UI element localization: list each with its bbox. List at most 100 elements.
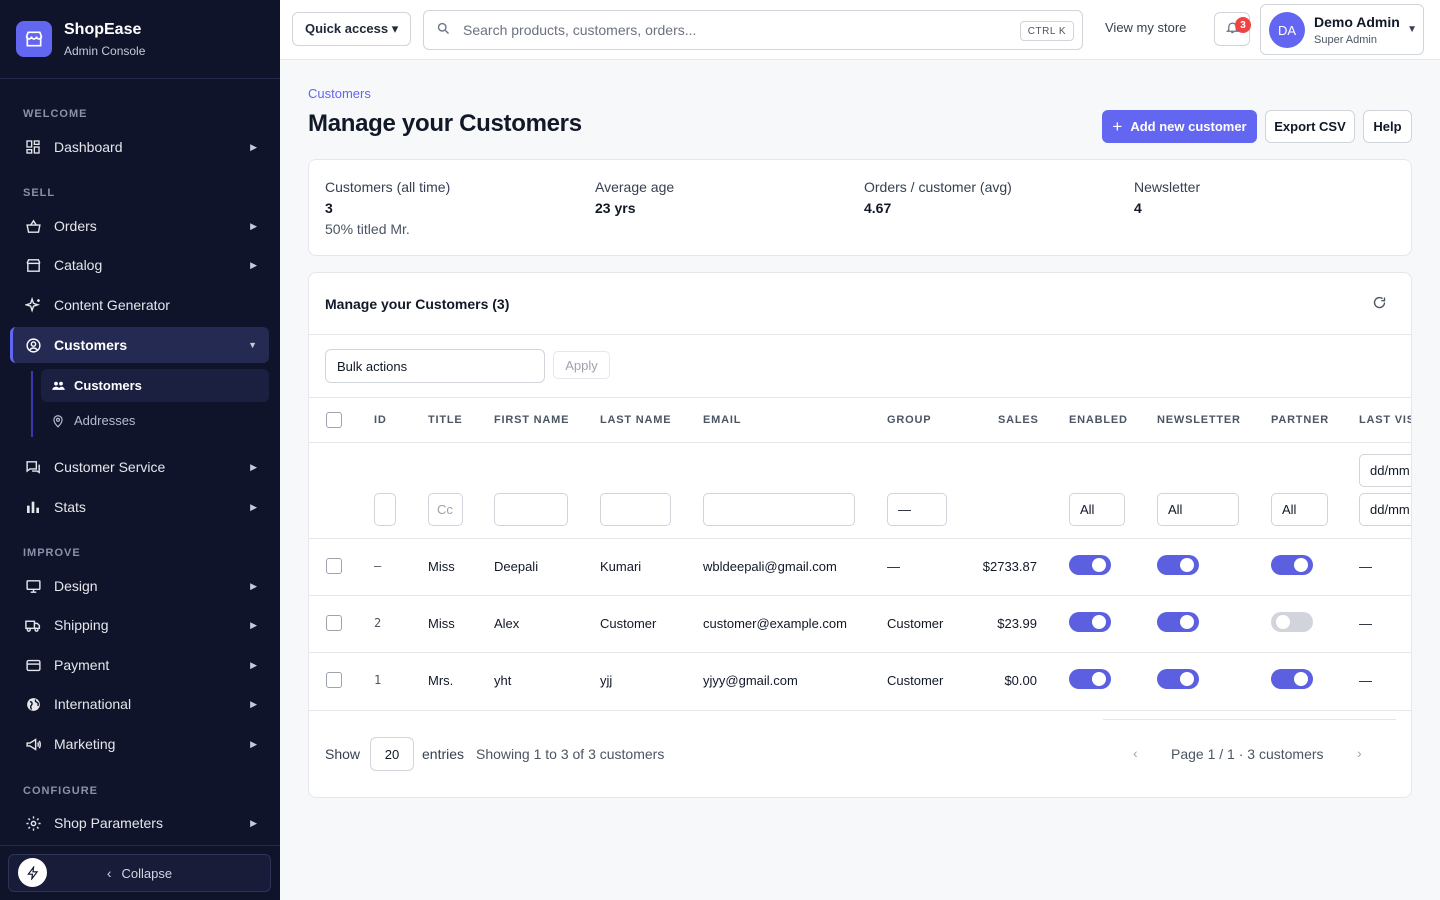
cell-last-visit: — xyxy=(1359,559,1372,574)
enabled-toggle[interactable] xyxy=(1069,669,1111,689)
sidebar-item-label: Customer Service xyxy=(54,459,166,475)
caret-down-icon: ▼ xyxy=(248,340,257,350)
breadcrumb[interactable]: Customers xyxy=(308,86,371,101)
refresh-icon[interactable] xyxy=(1372,295,1387,313)
divider xyxy=(309,595,1411,596)
brand[interactable]: ShopEase Admin Console xyxy=(0,0,280,79)
email-filter[interactable] xyxy=(703,493,855,526)
chat-icon xyxy=(24,458,42,476)
row-checkbox[interactable] xyxy=(326,615,342,631)
row-checkbox[interactable] xyxy=(326,558,342,574)
section-improve: IMPROVE xyxy=(23,547,81,559)
section-configure: CONFIGURE xyxy=(23,785,98,797)
sidebar-item-customer-service[interactable]: Customer Service ▶ xyxy=(10,449,269,485)
column-header-newsletter[interactable]: NEWSLETTER xyxy=(1157,414,1241,426)
showing-summary: Showing 1 to 3 of 3 customers xyxy=(476,746,665,762)
first-name-filter[interactable] xyxy=(494,493,568,526)
last-name-filter[interactable] xyxy=(600,493,671,526)
sidebar-item-international[interactable]: International ▶ xyxy=(10,686,269,722)
dashboard-icon xyxy=(24,138,42,156)
sidebar-item-dashboard[interactable]: Dashboard ▶ xyxy=(10,129,269,165)
column-header-title[interactable]: TITLE xyxy=(428,414,463,426)
partner-filter[interactable]: All xyxy=(1271,493,1328,526)
help-button[interactable]: Help xyxy=(1363,110,1412,143)
enabled-filter[interactable]: All xyxy=(1069,493,1125,526)
column-header-first-name[interactable]: FIRST NAME xyxy=(494,414,569,426)
sidebar-item-stats[interactable]: Stats ▶ xyxy=(10,489,269,525)
row-checkbox[interactable] xyxy=(326,672,342,688)
quick-access-dropdown[interactable]: Quick access ▾ xyxy=(292,12,412,46)
stat-customers: Customers (all time) 3 50% titled Mr. xyxy=(325,179,450,237)
chevron-left-icon: ‹ xyxy=(106,865,112,881)
cell-id: 1 xyxy=(374,673,382,687)
submenu-indicator xyxy=(31,371,33,437)
export-csv-button[interactable]: Export CSV xyxy=(1265,110,1355,143)
brand-name: ShopEase xyxy=(64,20,142,38)
column-header-id[interactable]: ID xyxy=(374,414,387,426)
column-header-group[interactable]: GROUP xyxy=(887,414,931,426)
last-visit-to-filter[interactable]: dd/mm xyxy=(1359,493,1411,526)
view-store-link[interactable]: View my store xyxy=(1105,20,1186,35)
column-header-last-name[interactable]: LAST NAME xyxy=(600,414,671,426)
cell-last-name: yjj xyxy=(600,673,613,688)
bulk-actions-select[interactable]: Bulk actions xyxy=(325,349,545,383)
collapse-button[interactable]: ‹ Collapse xyxy=(8,854,271,892)
last-visit-from-filter[interactable]: dd/mm xyxy=(1359,454,1411,487)
sidebar-item-shop-parameters[interactable]: Shop Parameters ▶ xyxy=(10,805,269,841)
stat-label: Orders / customer (avg) xyxy=(864,179,1012,195)
caret-right-icon: ▶ xyxy=(250,817,257,828)
partner-toggle[interactable] xyxy=(1271,555,1313,575)
sidebar-item-content-generator[interactable]: Content Generator xyxy=(10,287,269,323)
sidebar-subitem-addresses[interactable]: Addresses xyxy=(41,404,269,437)
bolt-icon[interactable] xyxy=(18,858,47,887)
id-filter[interactable] xyxy=(374,493,396,526)
caret-right-icon: ▶ xyxy=(250,259,257,270)
column-header-enabled[interactable]: ENABLED xyxy=(1069,414,1128,426)
stat-label: Customers (all time) xyxy=(325,179,451,195)
truck-icon xyxy=(24,616,42,634)
sidebar-item-orders[interactable]: Orders ▶ xyxy=(10,208,269,244)
newsletter-filter[interactable]: All xyxy=(1157,493,1239,526)
enabled-toggle[interactable] xyxy=(1069,612,1111,632)
column-header-sales[interactable]: SALES xyxy=(998,414,1039,426)
search-icon xyxy=(436,21,451,39)
sidebar-subitem-customers[interactable]: Customers xyxy=(41,369,269,402)
newsletter-toggle[interactable] xyxy=(1157,555,1199,575)
newsletter-toggle[interactable] xyxy=(1157,612,1199,632)
search-shortcut: CTRL K xyxy=(1019,21,1074,41)
sidebar-item-catalog[interactable]: Catalog ▶ xyxy=(10,247,269,283)
add-customer-button[interactable]: + Add new customer xyxy=(1102,110,1257,143)
sidebar-item-label: Payment xyxy=(54,657,110,673)
select-all-checkbox[interactable] xyxy=(326,412,342,428)
cell-first-name: yht xyxy=(494,673,512,688)
sidebar-item-shipping[interactable]: Shipping ▶ xyxy=(10,607,269,643)
user-menu[interactable]: DA Demo Admin Super Admin ▼ xyxy=(1260,4,1424,55)
chevron-right-icon[interactable]: › xyxy=(1357,745,1362,761)
column-header-last-visit[interactable]: LAST VIS xyxy=(1359,414,1411,426)
caret-right-icon: ▶ xyxy=(250,220,257,231)
sidebar-item-payment[interactable]: Payment ▶ xyxy=(10,647,269,683)
apply-button[interactable]: Apply xyxy=(553,351,610,379)
group-filter[interactable]: — xyxy=(887,493,947,526)
sidebar-item-customers[interactable]: Customers ▼ xyxy=(10,327,269,363)
newsletter-toggle[interactable] xyxy=(1157,669,1199,689)
sidebar-item-marketing[interactable]: Marketing ▶ xyxy=(10,726,269,762)
sidebar-item-design[interactable]: Design ▶ xyxy=(10,568,269,604)
title-filter[interactable]: Cc xyxy=(428,493,463,526)
divider xyxy=(1103,719,1396,720)
column-header-partner[interactable]: PARTNER xyxy=(1271,414,1329,426)
cell-sales: $23.99 xyxy=(997,616,1037,631)
entries-per-page-input[interactable]: 20 xyxy=(370,737,414,771)
chevron-left-icon[interactable]: ‹ xyxy=(1133,745,1138,761)
sidebar-item-label: Orders xyxy=(54,218,97,234)
search-input[interactable]: Search products, customers, orders... CT… xyxy=(423,10,1083,50)
column-header-email[interactable]: EMAIL xyxy=(703,414,741,426)
partner-toggle[interactable] xyxy=(1271,669,1313,689)
customers-panel: Manage your Customers (3) Bulk actions A… xyxy=(308,272,1412,798)
store-icon xyxy=(24,256,42,274)
entries-label: entries xyxy=(422,746,465,762)
notifications-button[interactable]: 3 xyxy=(1214,12,1251,46)
enabled-toggle[interactable] xyxy=(1069,555,1111,575)
cell-title: Mrs. xyxy=(428,673,454,688)
partner-toggle[interactable] xyxy=(1271,612,1313,632)
